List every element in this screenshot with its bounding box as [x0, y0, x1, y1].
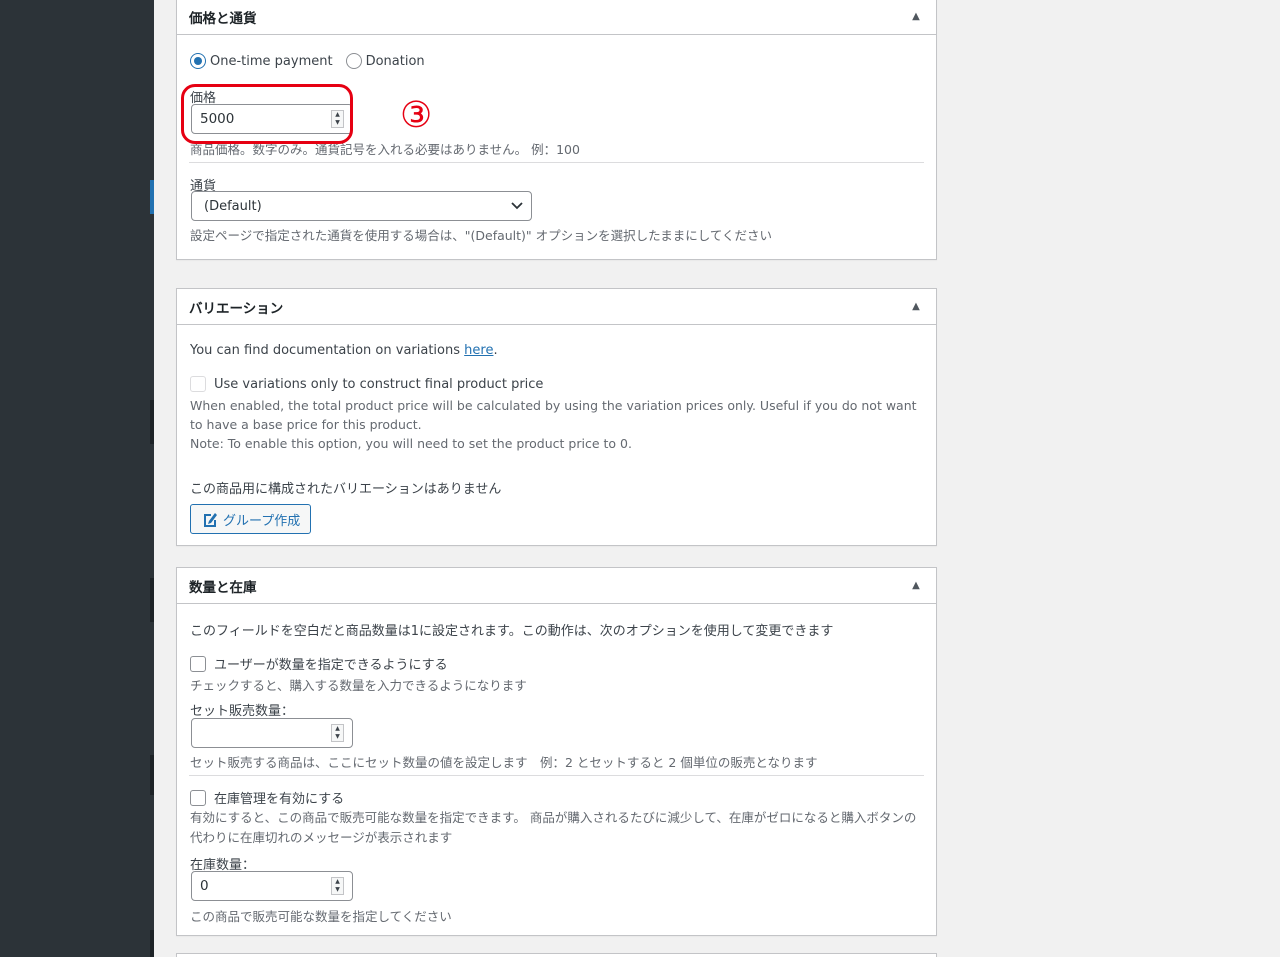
stock-enable-checkbox[interactable] [190, 789, 206, 806]
sidebar-active-indicator [150, 180, 154, 214]
create-group-button[interactable]: グループ作成 [190, 504, 312, 534]
radio-donation[interactable]: Donation [345, 53, 425, 69]
variations-box: バリエーション ▲ You can find documentation on … [176, 288, 937, 546]
radio-off-icon[interactable] [345, 53, 362, 69]
annotation-highlight-ring [181, 84, 353, 144]
annotation-step-number: ③ [400, 95, 433, 136]
currency-select[interactable]: (Default) [191, 191, 532, 221]
spinner-icon[interactable]: ▲ ▼ [331, 724, 344, 742]
variations-doc-text: You can find documentation on variations… [190, 343, 498, 358]
currency-help: 設定ページで指定された通貨を使用する場合は、"(Default)" オプションを… [190, 228, 773, 243]
chevron-down-icon [511, 202, 523, 210]
stock-qty-help: この商品で販売可能な数量を指定してください [190, 909, 452, 924]
radio-one-time[interactable]: One-time payment [190, 53, 333, 69]
stock-enable-help: 有効にすると、この商品で販売可能な数量を指定できます。 商品が購入されるたびに減… [190, 810, 917, 845]
payment-type-group: One-time payment Donation [190, 53, 425, 69]
doc-period: . [493, 343, 498, 358]
price-currency-header[interactable]: 価格と通貨 ▲ [177, 0, 936, 35]
stock-enable-option[interactable]: 在庫管理を有効にする [190, 788, 344, 807]
sidebar-divider [150, 930, 154, 957]
sidebar-divider [150, 755, 154, 795]
sidebar-divider [150, 578, 154, 622]
collapse-arrow-icon[interactable]: ▲ [908, 580, 924, 591]
stock-enable-label: 在庫管理を有効にする [214, 792, 345, 807]
next-box-edge [176, 953, 937, 957]
stock-qty-value: 0 [200, 878, 209, 894]
collapse-arrow-icon[interactable]: ▲ [908, 301, 924, 312]
user-qty-option[interactable]: ユーザーが数量を指定できるようにする [190, 654, 448, 673]
collapse-arrow-icon[interactable]: ▲ [908, 11, 924, 22]
divider [189, 162, 924, 163]
create-group-label: グループ作成 [223, 513, 301, 529]
set-qty-label: セット販売数量： [190, 704, 295, 719]
variations-header[interactable]: バリエーション ▲ [177, 289, 936, 325]
box-title: バリエーション [189, 300, 284, 317]
stock-qty-input[interactable]: 0 ▲ ▼ [191, 871, 353, 901]
edit-page-icon [204, 512, 217, 527]
user-qty-label: ユーザーが数量を指定できるようにする [214, 658, 448, 673]
set-qty-input[interactable]: ▲ ▼ [191, 718, 353, 748]
only-variations-note: Note: To enable this option, you will ne… [190, 436, 632, 451]
doc-text: You can find documentation on variations [190, 343, 465, 358]
sidebar-divider [150, 400, 154, 444]
only-variations-label: Use variations only to construct final p… [214, 376, 544, 392]
user-qty-checkbox[interactable] [190, 655, 206, 672]
divider [189, 775, 924, 776]
box-title: 価格と通貨 [189, 10, 257, 27]
quantity-stock-box: 数量と在庫 ▲ このフィールドを空白だと商品数量は1に設定されます。この動作は、… [176, 567, 937, 936]
user-qty-help: チェックすると、購入する数量を入力できるようになります [190, 678, 527, 693]
radio-donation-label: Donation [365, 53, 425, 69]
quantity-stock-header[interactable]: 数量と在庫 ▲ [177, 568, 936, 604]
only-variations-help: When enabled, the total product price wi… [190, 398, 917, 432]
doc-link[interactable]: here [464, 343, 493, 358]
set-qty-help: セット販売する商品は、ここにセット数量の値を設定します 例：2 とセットすると … [190, 755, 818, 770]
only-variations-option[interactable]: Use variations only to construct final p… [190, 376, 543, 392]
radio-on-icon[interactable] [190, 53, 206, 69]
admin-sidebar [0, 0, 154, 957]
box-title: 数量と在庫 [189, 579, 257, 596]
currency-value: (Default) [204, 198, 262, 214]
stock-intro: このフィールドを空白だと商品数量は1に設定されます。この動作は、次のオプションを… [190, 624, 834, 639]
radio-one-time-label: One-time payment [210, 53, 333, 69]
no-variations-text: この商品用に構成されたバリエーションはありません [190, 482, 502, 497]
spinner-icon[interactable]: ▲ ▼ [331, 877, 344, 895]
only-variations-checkbox[interactable] [190, 376, 206, 392]
